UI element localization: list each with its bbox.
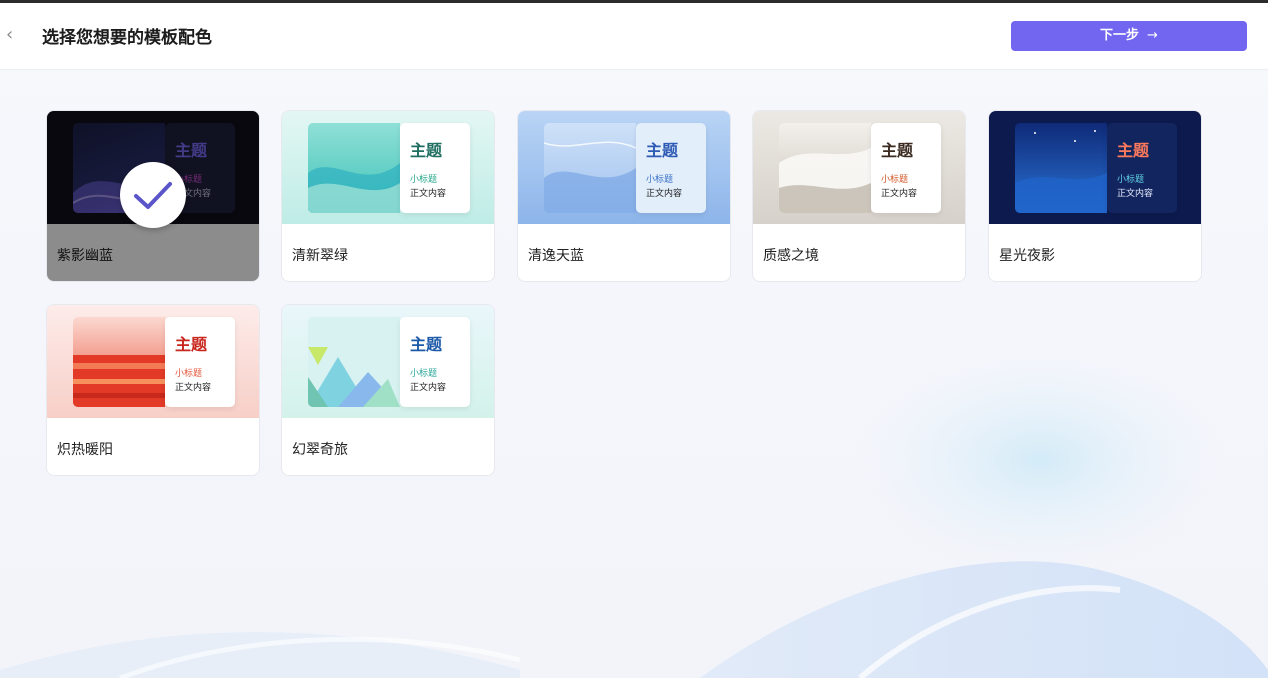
template-subtitle-sample: 小标题 [410, 369, 438, 379]
template-preview-panel: 主题 小标题 正文内容 [636, 123, 706, 213]
next-step-label: 下一步 [1100, 28, 1140, 43]
template-subtitle-sample: 小标题 [1117, 175, 1145, 185]
template-title-sample: 主题 [881, 141, 914, 160]
template-card-fresh-green[interactable]: 主题 小标题 正文内容 清新翠绿 [281, 110, 495, 282]
template-subtitle-sample: 小标题 [410, 175, 438, 185]
next-step-button[interactable]: 下一步 → [1011, 21, 1247, 51]
header-bar: ‹ 选择您想要的模板配色 下一步 → [0, 3, 1268, 69]
template-title-sample: 主题 [646, 141, 679, 160]
template-preview-panel: 主题 小标题 正文内容 [871, 123, 941, 213]
chevron-left-icon[interactable]: ‹ [6, 25, 20, 45]
template-name: 幻翠奇旅 [292, 442, 348, 458]
template-title-sample: 主题 [1117, 141, 1150, 160]
template-subtitle-sample: 小标题 [881, 175, 909, 185]
template-preview-panel: 主题 小标题 正文内容 [400, 317, 470, 407]
template-body-sample: 正文内容 [410, 383, 447, 393]
template-preview-image [779, 123, 871, 213]
template-name-overlay-label: 紫影幽蓝 [57, 248, 113, 264]
template-preview-image [544, 123, 636, 213]
template-card-texture[interactable]: 主题 小标题 正文内容 质感之境 [752, 110, 966, 282]
template-card-sky-blue[interactable]: 主题 小标题 正文内容 清逸天蓝 [517, 110, 731, 282]
template-body-sample: 正文内容 [175, 383, 212, 393]
template-body-sample: 正文内容 [881, 189, 918, 199]
template-thumbnail: 主题 小标题 正文内容 [753, 111, 965, 224]
template-preview-panel: 主题 小标题 正文内容 [165, 317, 235, 407]
template-name: 清新翠绿 [292, 248, 348, 264]
page-title: 选择您想要的模板配色 [42, 28, 212, 48]
template-body-sample: 正文内容 [646, 189, 683, 199]
template-preview-image [308, 123, 400, 213]
template-preview-panel: 主题 小标题 正文内容 [400, 123, 470, 213]
template-thumbnail: 主题 小标题 正文内容 [518, 111, 730, 224]
template-body-sample: 正文内容 [410, 189, 447, 199]
template-name: 星光夜影 [999, 248, 1055, 264]
template-thumbnail: 主题 小标题 正文内容 [282, 305, 494, 418]
template-card-fantasy-green[interactable]: 主题 小标题 正文内容 幻翠奇旅 [281, 304, 495, 476]
template-subtitle-sample: 小标题 [646, 175, 674, 185]
template-preview-image [308, 317, 400, 407]
template-preview-image [73, 317, 165, 407]
template-thumbnail: 主题 小标题 正文内容 [47, 305, 259, 418]
template-card-starlight[interactable]: 主题 小标题 正文内容 星光夜影 [988, 110, 1202, 282]
template-card-warm-sun[interactable]: 主题 小标题 正文内容 炽热暖阳 [46, 304, 260, 476]
template-title-sample: 主题 [410, 141, 443, 160]
template-name: 清逸天蓝 [528, 248, 584, 264]
template-card-purple-blue[interactable]: 主题 小标题 正文内容 紫影幽蓝 紫影幽蓝 [46, 110, 260, 282]
template-name: 炽热暖阳 [57, 442, 113, 458]
template-preview-image [1015, 123, 1107, 213]
arrow-right-icon: → [1147, 28, 1158, 43]
template-thumbnail: 主题 小标题 正文内容 [989, 111, 1201, 224]
template-subtitle-sample: 小标题 [175, 369, 203, 379]
template-title-sample: 主题 [175, 335, 208, 354]
template-body-sample: 正文内容 [1117, 189, 1154, 199]
template-title-sample: 主题 [410, 335, 443, 354]
checkmark-icon [120, 162, 186, 228]
template-name: 质感之境 [763, 248, 819, 264]
template-thumbnail: 主题 小标题 正文内容 [282, 111, 494, 224]
template-preview-panel: 主题 小标题 正文内容 [1107, 123, 1177, 213]
